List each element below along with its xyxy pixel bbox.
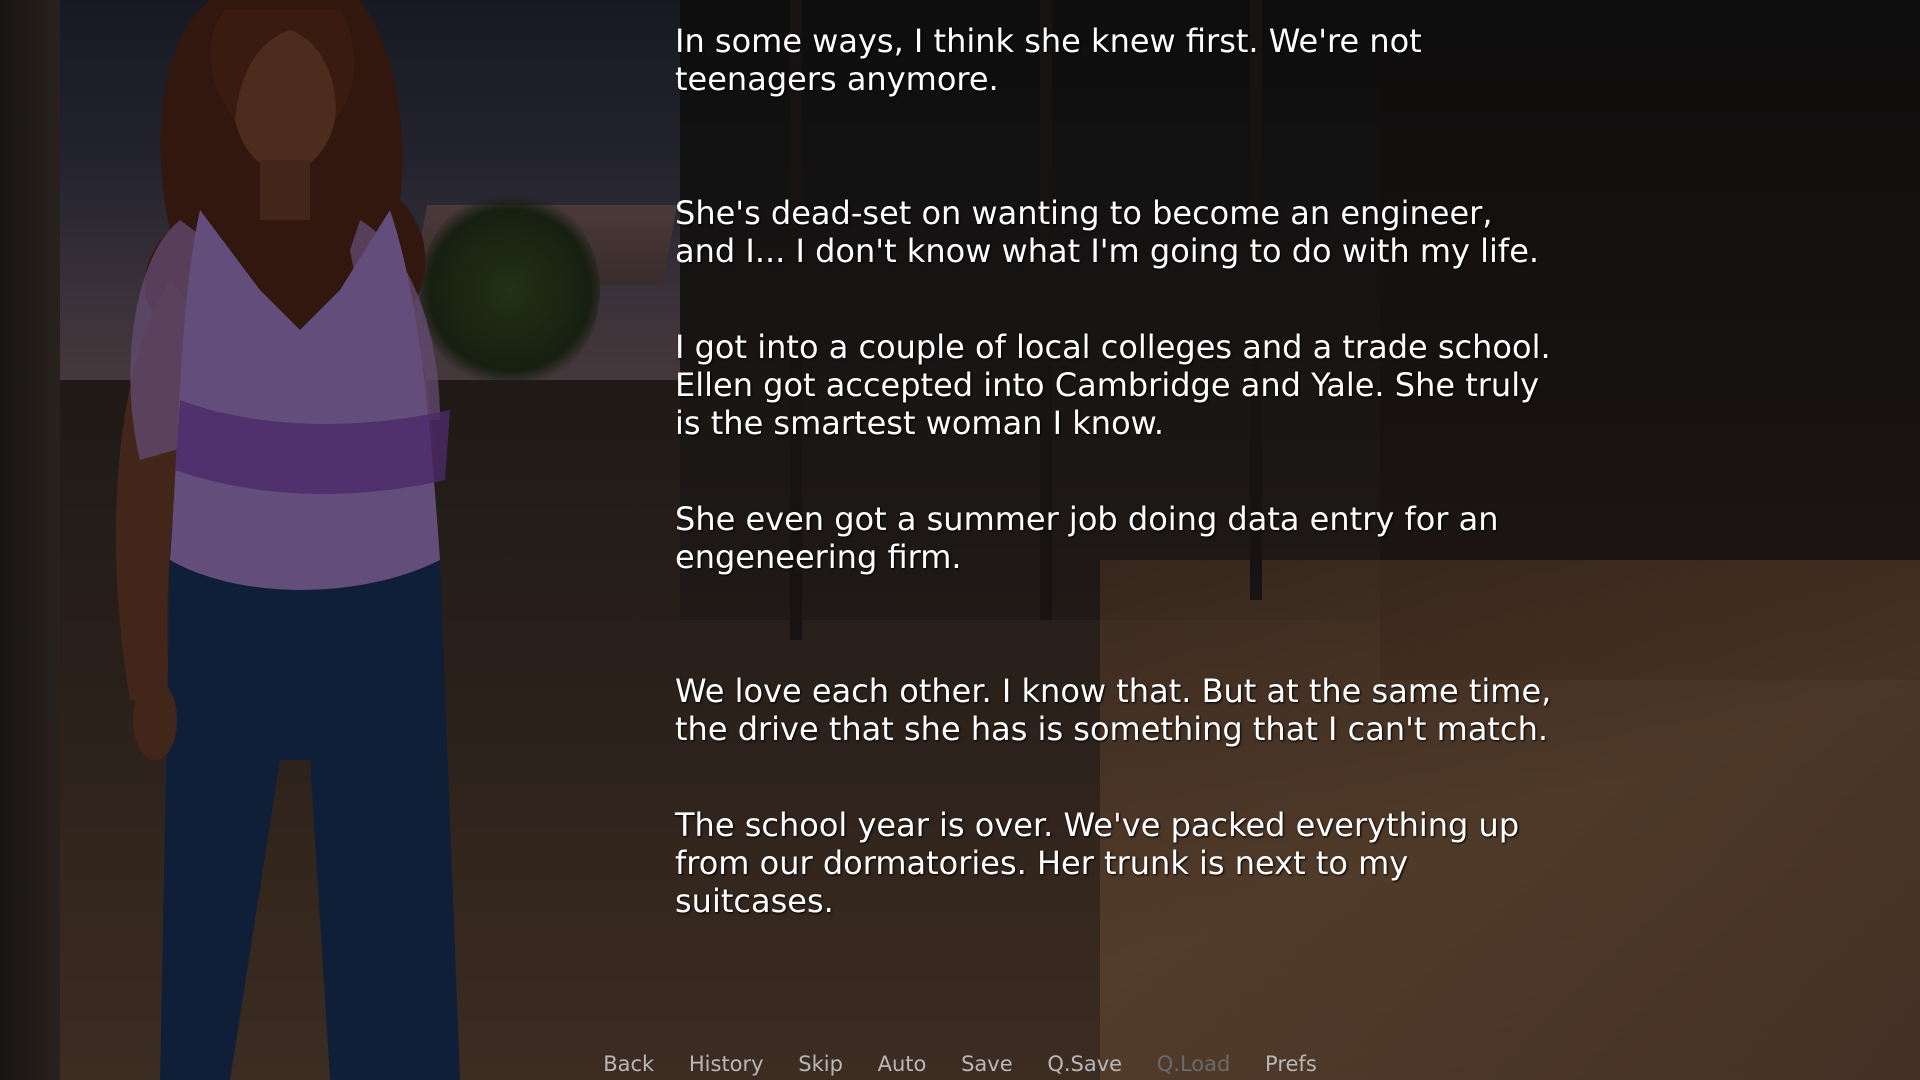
nvl-paragraph-2: She's dead-set on wanting to become an e… bbox=[675, 194, 1540, 270]
quick-menu-history-button[interactable]: History bbox=[689, 1052, 764, 1076]
quick-menu-qsave-button[interactable]: Q.Save bbox=[1047, 1052, 1122, 1076]
nvl-paragraph-6: The school year is over. We've packed ev… bbox=[675, 806, 1520, 920]
game-scene[interactable]: In some ways, I think she knew first. We… bbox=[0, 0, 1920, 1080]
quick-menu-back-button[interactable]: Back bbox=[603, 1052, 654, 1076]
quick-menu-prefs-button[interactable]: Prefs bbox=[1265, 1052, 1317, 1076]
quick-menu: Back History Skip Auto Save Q.Save Q.Loa… bbox=[0, 1052, 1920, 1076]
nvl-paragraph-3: I got into a couple of local colleges an… bbox=[675, 328, 1551, 442]
quick-menu-auto-button[interactable]: Auto bbox=[878, 1052, 927, 1076]
nvl-text-area[interactable]: In some ways, I think she knew first. We… bbox=[675, 22, 1555, 920]
quick-menu-skip-button[interactable]: Skip bbox=[798, 1052, 843, 1076]
quick-menu-qload-button[interactable]: Q.Load bbox=[1157, 1052, 1231, 1076]
nvl-paragraph-5: We love each other. I know that. But at … bbox=[675, 672, 1552, 748]
nvl-paragraph-1: In some ways, I think she knew first. We… bbox=[675, 22, 1422, 98]
quick-menu-save-button[interactable]: Save bbox=[961, 1052, 1013, 1076]
nvl-paragraph-4: She even got a summer job doing data ent… bbox=[675, 500, 1499, 576]
